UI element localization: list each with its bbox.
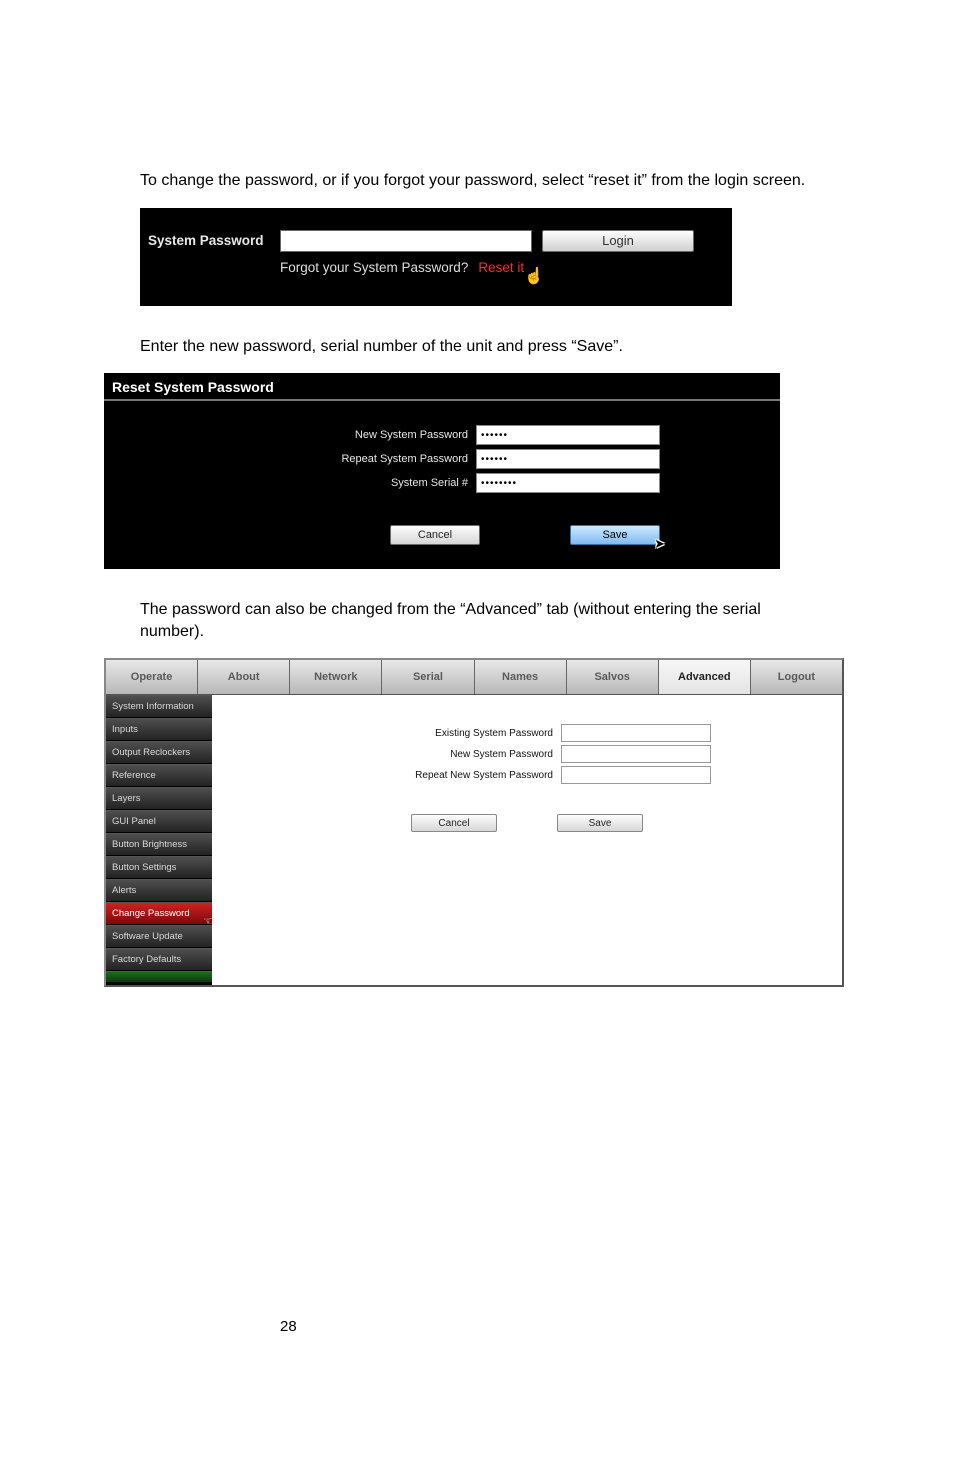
hand-cursor-icon: ☜: [203, 914, 214, 928]
serial-number-input[interactable]: [476, 473, 660, 493]
hand-cursor-icon: ☝️: [524, 266, 544, 286]
sidebar-item-button-brightness[interactable]: Button Brightness: [106, 833, 212, 856]
tab-salvos[interactable]: Salvos: [567, 660, 659, 694]
reset-password-screenshot: Reset System Password New System Passwor…: [104, 373, 780, 569]
cancel-button[interactable]: Cancel: [390, 525, 480, 545]
tab-names[interactable]: Names: [475, 660, 567, 694]
repeat-password-input[interactable]: [476, 449, 660, 469]
arrow-cursor-icon: ➤: [654, 536, 665, 552]
sidebar-item-output-reclockers[interactable]: Output Reclockers: [106, 741, 212, 764]
save-button[interactable]: Save ➤: [570, 525, 660, 545]
system-password-label: System Password: [148, 233, 270, 248]
adv-save-button[interactable]: Save: [557, 814, 643, 832]
sidebar-item-factory-defaults[interactable]: Factory Defaults: [106, 948, 212, 971]
adv-repeat-password-input[interactable]: [561, 766, 711, 784]
adv-repeat-password-label: Repeat New System Password: [343, 770, 553, 781]
sidebar-item-system-information[interactable]: System Information: [106, 695, 212, 718]
tab-logout[interactable]: Logout: [751, 660, 842, 694]
reset-it-link[interactable]: Reset it: [478, 260, 524, 275]
page-number: 28: [280, 1318, 297, 1335]
serial-number-label: System Serial #: [298, 477, 468, 489]
sidebar-item-inputs[interactable]: Inputs: [106, 718, 212, 741]
new-password-label: New System Password: [298, 429, 468, 441]
sidebar-item-software-update[interactable]: Software Update: [106, 925, 212, 948]
intro-text-3: The password can also be changed from th…: [140, 599, 814, 642]
login-button[interactable]: Login: [542, 230, 694, 252]
tab-serial[interactable]: Serial: [382, 660, 474, 694]
forgot-password-text: Forgot your System Password?: [280, 260, 468, 275]
sidebar-spacer: [106, 971, 212, 983]
intro-text-2: Enter the new password, serial number of…: [140, 336, 814, 358]
adv-new-password-label: New System Password: [343, 749, 553, 760]
adv-new-password-input[interactable]: [561, 745, 711, 763]
existing-password-label: Existing System Password: [343, 728, 553, 739]
existing-password-input[interactable]: [561, 724, 711, 742]
advanced-content: Existing System Password New System Pass…: [212, 695, 842, 985]
intro-text-1: To change the password, or if you forgot…: [140, 170, 814, 192]
sidebar-item-change-password[interactable]: Change Password ☜: [106, 902, 212, 925]
sidebar-item-layers[interactable]: Layers: [106, 787, 212, 810]
reset-password-title: Reset System Password: [104, 373, 780, 401]
advanced-sidebar: System Information Inputs Output Reclock…: [106, 695, 212, 985]
advanced-tab-screenshot: Operate About Network Serial Names Salvo…: [104, 658, 844, 987]
tab-network[interactable]: Network: [290, 660, 382, 694]
sidebar-item-reference[interactable]: Reference: [106, 764, 212, 787]
sidebar-item-button-settings[interactable]: Button Settings: [106, 856, 212, 879]
adv-cancel-button[interactable]: Cancel: [411, 814, 497, 832]
tab-operate[interactable]: Operate: [106, 660, 198, 694]
sidebar-item-gui-panel[interactable]: GUI Panel: [106, 810, 212, 833]
tab-bar: Operate About Network Serial Names Salvo…: [106, 660, 842, 695]
login-screenshot: System Password Login Forgot your System…: [140, 208, 732, 306]
system-password-input[interactable]: [280, 230, 532, 252]
repeat-password-label: Repeat System Password: [298, 453, 468, 465]
new-password-input[interactable]: [476, 425, 660, 445]
tab-advanced[interactable]: Advanced: [659, 660, 751, 694]
tab-about[interactable]: About: [198, 660, 290, 694]
sidebar-item-alerts[interactable]: Alerts: [106, 879, 212, 902]
